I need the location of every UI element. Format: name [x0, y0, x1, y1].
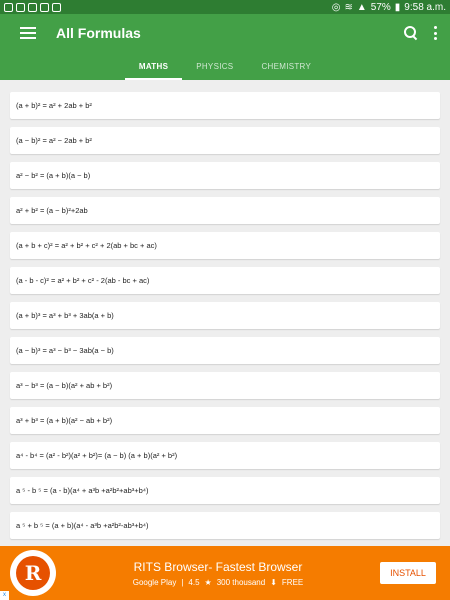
- formula-item[interactable]: a³ + b³ = (a + b)(a² − ab + b²): [10, 407, 440, 434]
- formula-item[interactable]: a³ − b³ = (a − b)(a² + ab + b²): [10, 372, 440, 399]
- ad-text: RITS Browser- Fastest Browser Google Pla…: [56, 560, 380, 587]
- app-notification-icon: [28, 2, 37, 12]
- formula-item[interactable]: (a + b)³ = a³ + b³ + 3ab(a + b): [10, 302, 440, 329]
- formula-list: (a + b)² = a² + 2ab + b² (a − b)² = a² −…: [0, 80, 450, 546]
- star-icon: ★: [204, 577, 212, 587]
- ad-store: Google Play: [132, 577, 177, 587]
- ad-downloads: 300 thousand: [216, 577, 266, 587]
- formula-item[interactable]: (a − b)³ = a³ − b³ − 3ab(a − b): [10, 337, 440, 364]
- formula-item[interactable]: a² + b² = (a − b)²+2ab: [10, 197, 440, 224]
- formula-item[interactable]: a ⁵ - b ⁵ = (a - b)(a⁴ + a³b +a²b²+ab³+b…: [10, 477, 440, 504]
- clock: 9:58 a.m.: [404, 1, 446, 13]
- ad-title: RITS Browser- Fastest Browser: [133, 559, 303, 574]
- ad-meta: Google Play | 4.5 ★ 300 thousand ⬇ FREE: [56, 578, 380, 587]
- tab-chemistry[interactable]: CHEMISTRY: [247, 52, 325, 80]
- formula-item[interactable]: a ⁵ + b ⁵ = (a + b)(a⁴ - a³b +a²b²-ab³+b…: [10, 512, 440, 539]
- ad-banner[interactable]: x R RITS Browser- Fastest Browser Google…: [0, 546, 450, 600]
- notification-icons: [4, 2, 61, 12]
- tab-bar: MATHS PHYSICS CHEMISTRY: [0, 52, 450, 80]
- formula-item[interactable]: a⁴ - b⁴ = (a² - b²)(a² + b²)= (a − b) (a…: [10, 442, 440, 469]
- tab-maths[interactable]: MATHS: [124, 52, 183, 80]
- ad-logo-letter: R: [16, 556, 50, 590]
- signal-icon: ▲: [356, 1, 367, 13]
- formula-item[interactable]: (a + b + c)² = a² + b² + c² + 2(ab + bc …: [10, 232, 440, 259]
- ad-app-logo[interactable]: R: [10, 550, 56, 596]
- formula-item[interactable]: a² − b² = (a + b)(a − b): [10, 162, 440, 189]
- battery-icon: ▮: [394, 1, 401, 13]
- mute-icon: ◎: [331, 1, 341, 13]
- tab-physics[interactable]: PHYSICS: [182, 52, 247, 80]
- more-options-icon[interactable]: [434, 26, 438, 40]
- battery-level: 57%: [370, 1, 391, 13]
- search-icon[interactable]: [404, 26, 418, 40]
- system-status: ◎ ≋ ▲ 57% ▮ 9:58 a.m.: [332, 2, 446, 13]
- ad-rating: 4.5: [188, 577, 200, 587]
- status-bar: ◎ ≋ ▲ 57% ▮ 9:58 a.m.: [0, 0, 450, 14]
- formula-item[interactable]: (a − b)² = a² − 2ab + b²: [10, 127, 440, 154]
- menu-icon[interactable]: [20, 27, 36, 39]
- separator: |: [181, 577, 184, 587]
- cloud-notification-icon: [52, 2, 61, 12]
- download-icon: ⬇: [270, 577, 277, 587]
- ad-close-icon[interactable]: x: [0, 591, 9, 600]
- app-notification-icon: [16, 2, 25, 12]
- page-title: All Formulas: [56, 25, 141, 41]
- photo-notification-icon: [40, 2, 49, 12]
- app-notification-icon: [4, 2, 13, 12]
- install-button[interactable]: INSTALL: [380, 562, 436, 584]
- ad-price: FREE: [281, 577, 304, 587]
- wifi-icon: ≋: [344, 1, 353, 13]
- formula-item[interactable]: (a + b)² = a² + 2ab + b²: [10, 92, 440, 119]
- app-bar: All Formulas MATHS PHYSICS CHEMISTRY: [0, 14, 450, 80]
- formula-item[interactable]: (a - b - c)² = a² + b² + c² - 2(ab - bc …: [10, 267, 440, 294]
